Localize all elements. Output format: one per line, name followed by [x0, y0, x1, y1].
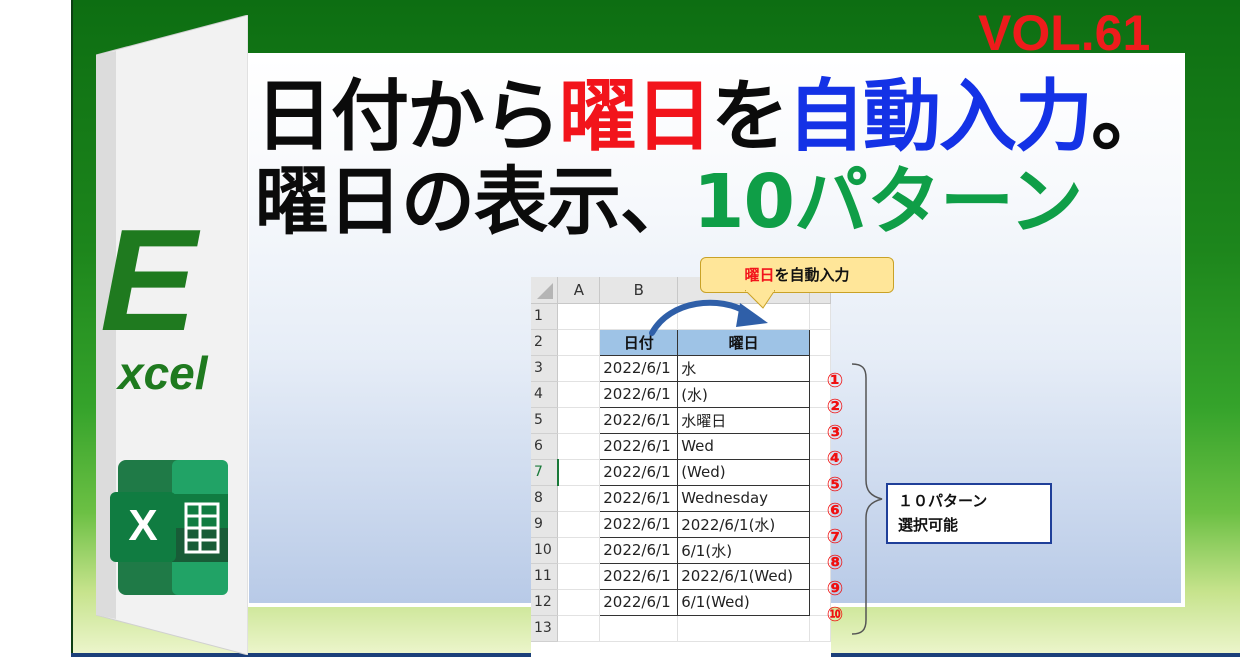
date-cell[interactable]: 2022/6/1 [599, 458, 679, 486]
select-all-corner[interactable] [531, 277, 559, 304]
weekday-cell[interactable]: Wednesday [677, 484, 811, 512]
row-header[interactable]: 10 [531, 537, 559, 564]
pattern-number: ⑨ [826, 576, 844, 600]
date-cell[interactable]: 2022/6/1 [599, 406, 679, 434]
cell[interactable] [557, 537, 601, 564]
table-row: 4 2022/6/1 (水) [531, 380, 831, 408]
volume-label: VOL.61 [978, 5, 1151, 61]
pattern-number: ③ [826, 420, 844, 444]
pattern-number: ⑩ [826, 602, 844, 626]
date-cell[interactable]: 2022/6/1 [599, 510, 679, 538]
cell[interactable] [557, 329, 601, 356]
pattern-number-list: ① ② ③ ④ ⑤ ⑥ ⑦ ⑧ ⑨ ⑩ [820, 367, 850, 627]
cell[interactable] [557, 485, 601, 512]
cell[interactable] [557, 407, 601, 434]
pattern-info-box: １０パターン 選択可能 [886, 483, 1052, 544]
weekday-cell[interactable]: Wed [677, 432, 811, 460]
cell[interactable] [557, 303, 601, 330]
table-row: 3 2022/6/1 水 [531, 354, 831, 382]
pattern-number: ⑦ [826, 524, 844, 548]
table-row: 10 2022/6/1 6/1(水) [531, 536, 831, 564]
cell[interactable] [557, 511, 601, 538]
table-row: 11 2022/6/1 2022/6/1(Wed) [531, 562, 831, 590]
pattern-number: ① [826, 368, 844, 392]
row-header[interactable]: 3 [531, 355, 559, 382]
info-line2: 選択可能 [898, 516, 959, 534]
main-title-line2: 曜日の表示、10パターン [255, 165, 1195, 239]
table-row: 6 2022/6/1 Wed [531, 432, 831, 460]
title-part: 曜日の表示、 [255, 159, 694, 245]
info-line1: １０パターン [898, 492, 988, 510]
row-header[interactable]: 5 [531, 407, 559, 434]
cell[interactable] [599, 615, 679, 642]
title-highlight-10-patterns: 10パターン [693, 159, 1083, 245]
row-header[interactable]: 1 [531, 303, 559, 330]
pattern-number: ② [826, 394, 844, 418]
weekday-cell[interactable]: 6/1(水) [677, 536, 811, 564]
title-highlight-weekday: 曜日 [559, 72, 713, 162]
row-header[interactable]: 2 [531, 329, 559, 356]
weekday-cell[interactable]: 2022/6/1(Wed) [677, 562, 811, 590]
column-header-a[interactable]: A [557, 277, 601, 304]
date-cell[interactable]: 2022/6/1 [599, 432, 679, 460]
callout-tail-icon [745, 290, 775, 309]
table-row: 13 [531, 615, 831, 642]
row-header[interactable]: 13 [531, 615, 559, 642]
title-part: を [711, 72, 789, 162]
cell[interactable] [557, 433, 601, 460]
weekday-cell[interactable]: 水 [677, 354, 811, 382]
row-header[interactable]: 9 [531, 511, 559, 538]
cell[interactable] [557, 381, 601, 408]
cell[interactable] [557, 459, 601, 486]
row-header[interactable]: 11 [531, 563, 559, 590]
weekday-cell[interactable]: 水曜日 [677, 406, 811, 434]
excel-app-icon: X [110, 460, 234, 595]
callout-auto-weekday: 曜日を自動入力 [700, 257, 894, 293]
pattern-number: ⑤ [826, 472, 844, 496]
pattern-number: ④ [826, 446, 844, 470]
date-cell[interactable]: 2022/6/1 [599, 588, 679, 616]
logo-xcel-text: xcel [118, 347, 208, 399]
table-row: 12 2022/6/1 6/1(Wed) [531, 588, 831, 616]
date-cell[interactable]: 2022/6/1 [599, 484, 679, 512]
callout-highlight: 曜日 [744, 266, 775, 284]
row-header[interactable]: 12 [531, 589, 559, 616]
weekday-cell[interactable]: 6/1(Wed) [677, 588, 811, 616]
cell[interactable] [557, 615, 601, 642]
date-cell[interactable]: 2022/6/1 [599, 354, 679, 382]
cell[interactable] [557, 563, 601, 590]
weekday-cell[interactable]: (Wed) [677, 458, 811, 486]
weekday-cell[interactable]: (水) [677, 380, 811, 408]
title-highlight-auto-input: 自動入力 [787, 72, 1093, 162]
weekday-cell[interactable]: 2022/6/1(水) [677, 510, 811, 538]
table-row: 5 2022/6/1 水曜日 [531, 406, 831, 434]
callout-text: を自動入力 [774, 266, 850, 284]
row-header[interactable]: 8 [531, 485, 559, 512]
table-row: 8 2022/6/1 Wednesday [531, 484, 831, 512]
cell[interactable] [677, 615, 811, 642]
date-cell[interactable]: 2022/6/1 [599, 536, 679, 564]
pattern-number: ⑥ [826, 498, 844, 522]
table-row: 9 2022/6/1 2022/6/1(水) [531, 510, 831, 538]
main-title-line1: 日付から曜日を自動入力。 [255, 78, 1195, 156]
table-row: 7 2022/6/1 (Wed) [531, 458, 831, 486]
cell[interactable] [557, 589, 601, 616]
row-header-selected[interactable]: 7 [531, 459, 559, 486]
pattern-number: ⑧ [826, 550, 844, 574]
logo-e-letter: E [100, 199, 197, 361]
title-part: 日付から [255, 72, 561, 162]
row-header[interactable]: 4 [531, 381, 559, 408]
row-header[interactable]: 6 [531, 433, 559, 460]
cell[interactable] [557, 355, 601, 382]
svg-text:X: X [128, 501, 157, 550]
date-cell[interactable]: 2022/6/1 [599, 562, 679, 590]
date-cell[interactable]: 2022/6/1 [599, 380, 679, 408]
cell[interactable] [809, 329, 831, 356]
cell[interactable] [809, 303, 831, 330]
title-period: 。 [1091, 72, 1169, 162]
